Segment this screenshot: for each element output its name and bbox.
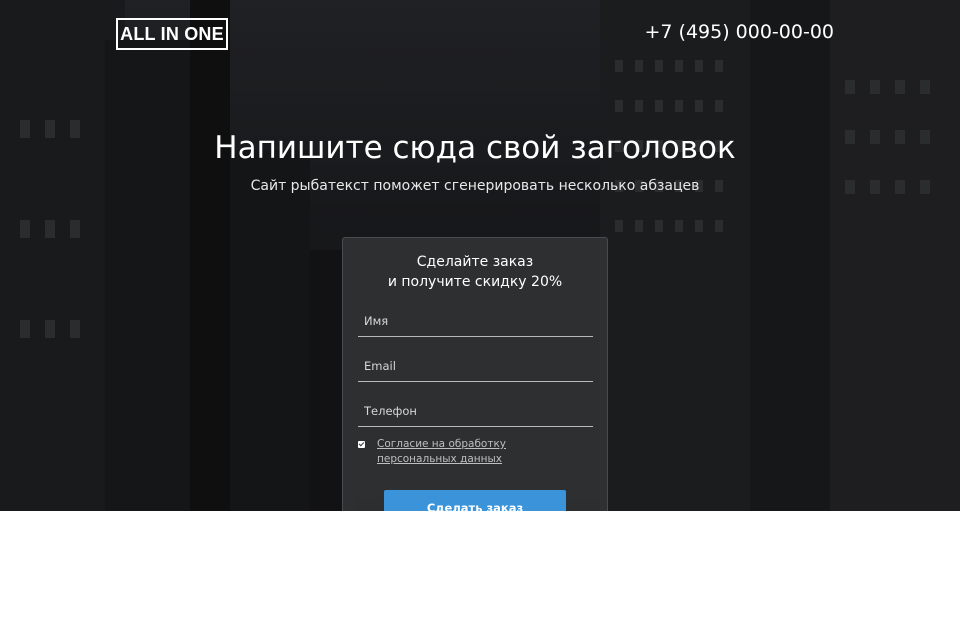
hero-section: ALL IN ONE +7 (495) 000-00-00 Напишите с… (0, 0, 960, 511)
page-title: Напишите сюда свой заголовок (214, 130, 736, 166)
email-field-wrapper (358, 351, 593, 382)
consent-link[interactable]: Согласие на обработку персональных данны… (377, 437, 587, 467)
email-input[interactable] (358, 351, 593, 381)
phone-number[interactable]: +7 (495) 000-00-00 (644, 19, 834, 45)
page-subtitle: Сайт рыбатекст поможет сгенерировать нес… (250, 178, 700, 194)
order-form: Сделайте заказ и получите скидку 20% Сог… (342, 237, 608, 511)
phone-field-wrapper (358, 396, 593, 427)
form-title-line1: Сделайте заказ (416, 254, 534, 270)
submit-order-button[interactable]: Сделать заказ (384, 490, 566, 511)
form-title-line2: и получите скидку 20% (387, 274, 563, 290)
form-title: Сделайте заказ и получите скидку 20% (343, 252, 607, 292)
name-input[interactable] (358, 306, 593, 336)
name-field-wrapper (358, 306, 593, 337)
page-below-hero (0, 511, 960, 640)
phone-input[interactable] (358, 396, 593, 426)
consent-row: Согласие на обработку персональных данны… (358, 437, 593, 469)
consent-checkbox[interactable] (358, 441, 365, 448)
logo[interactable]: ALL IN ONE (116, 18, 228, 50)
